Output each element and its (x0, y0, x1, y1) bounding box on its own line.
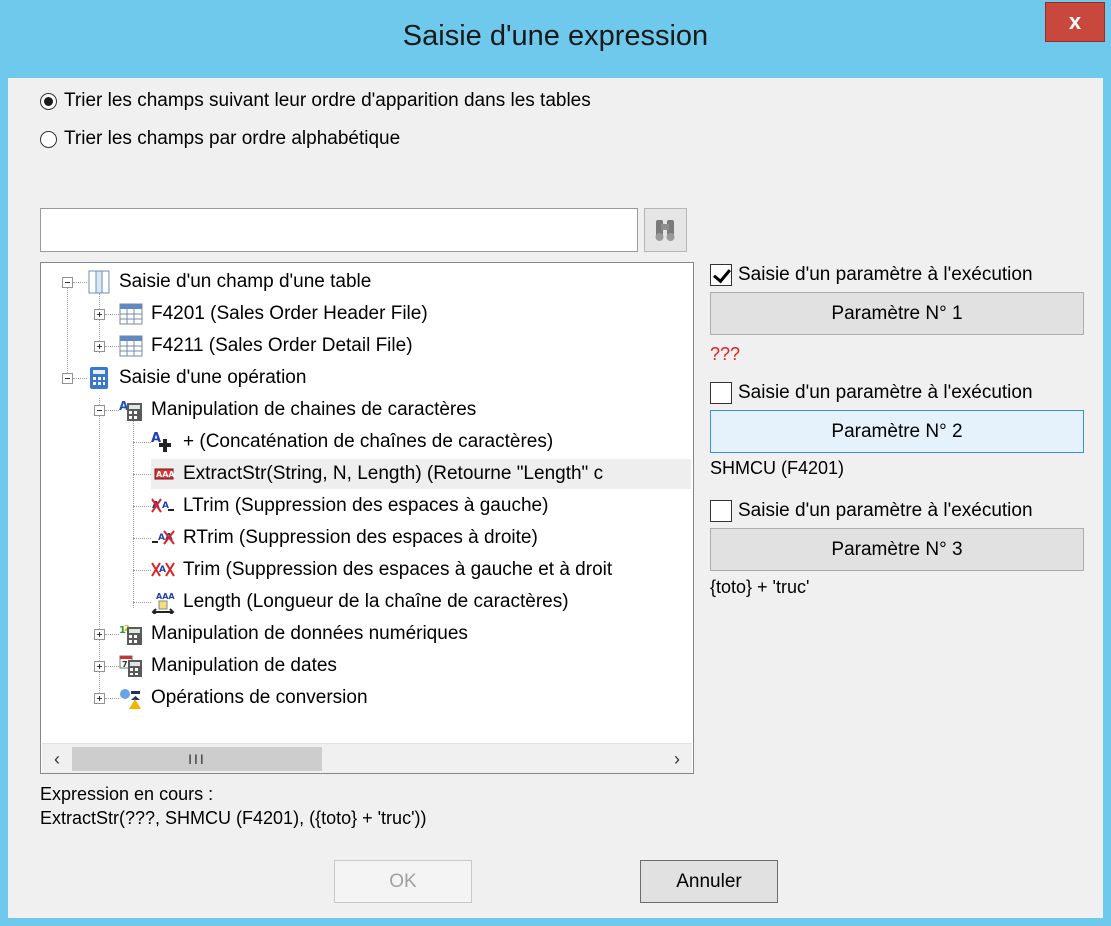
param-2-value: SHMCU (F4201) (710, 458, 845, 478)
tree-item-label: Length (Longueur de la chaîne de caractè… (183, 591, 569, 612)
svg-text:AAA: AAA (156, 470, 175, 479)
collapse-toggle[interactable] (94, 405, 105, 416)
checkbox-checked-icon[interactable] (710, 264, 732, 286)
tree-item-concatenation[interactable]: A + (Concaténation de chaînes de caractè… (151, 427, 553, 457)
radio-label: Trier les champs par ordre alphabétique (64, 128, 401, 149)
dialog-body: Trier les champs suivant leur ordre d'ap… (8, 78, 1103, 918)
param-check-label: Saisie d'un paramètre à l'exécution (738, 264, 1033, 285)
tree-item-label: + (Concaténation de chaînes de caractère… (183, 431, 554, 452)
param-3-runtime-checkbox[interactable]: Saisie d'un paramètre à l'exécution (710, 500, 1033, 522)
param-2-button[interactable]: Paramètre N° 2 (710, 410, 1084, 453)
scroll-thumb[interactable]: III (72, 747, 322, 771)
expression-tree[interactable]: Saisie d'un champ d'une table F4201 (Sal… (40, 262, 694, 774)
string-length-icon: AAA (151, 592, 175, 614)
conversion-icon (120, 689, 141, 709)
expand-toggle[interactable] (94, 629, 105, 640)
tree-item-string-functions[interactable]: A Manipulation de chaines de caractères (119, 395, 476, 425)
tree-item-label: Manipulation de chaines de caractères (151, 399, 477, 420)
expand-toggle[interactable] (94, 309, 105, 320)
ltrim-icon: AA (151, 498, 174, 513)
param-2-runtime-checkbox[interactable]: Saisie d'un paramètre à l'exécution (710, 382, 1033, 404)
radio-sort-alphabetical[interactable]: Trier les champs par ordre alphabétique (40, 128, 400, 150)
tree-item-label: Trim (Suppression des espaces à gauche e… (183, 559, 613, 580)
cancel-button[interactable]: Annuler (640, 860, 778, 903)
tree-item-extractstr[interactable]: AAA ExtractStr(String, N, Length) (Retou… (151, 459, 691, 489)
svg-text:A: A (158, 533, 165, 543)
tree-item-rtrim[interactable]: AA RTrim (Suppression des espaces à droi… (151, 523, 538, 553)
expression-value: ExtractStr(???, SHMCU (F4201), ({toto} +… (40, 808, 427, 828)
string-calculator-icon: A (119, 399, 142, 421)
tree-item-label: Manipulation de données numériques (151, 623, 468, 644)
radio-sort-order-of-appearance[interactable]: Trier les champs suivant leur ordre d'ap… (40, 90, 591, 112)
trim-icon: A (151, 562, 175, 577)
tree-item-numeric-functions[interactable]: 12 Manipulation de données numériques (119, 619, 468, 649)
tree-item-date-functions[interactable]: 7 Manipulation de dates (119, 651, 337, 681)
date-calculator-icon: 7 (119, 655, 142, 677)
search-input[interactable] (40, 208, 638, 252)
tree-item-label: LTrim (Suppression des espaces à gauche) (183, 495, 549, 516)
tree-item-label: Saisie d'un champ d'une table (119, 271, 372, 292)
extract-string-icon: AAA (154, 468, 175, 480)
numeric-calculator-icon: 12 (119, 624, 142, 645)
param-3-button[interactable]: Paramètre N° 3 (710, 528, 1084, 571)
expand-toggle[interactable] (94, 661, 105, 672)
search-button[interactable] (644, 208, 687, 252)
binoculars-icon (655, 220, 675, 241)
expression-label: Expression en cours : (40, 784, 214, 804)
tree-item-table-field[interactable]: Saisie d'un champ d'une table (87, 267, 371, 297)
table-columns-icon (88, 270, 110, 294)
scroll-right-arrow-icon[interactable]: › (662, 744, 692, 773)
svg-text:AAA: AAA (156, 592, 175, 601)
collapse-toggle[interactable] (62, 277, 73, 288)
tree-item-operation[interactable]: Saisie d'une opération (87, 363, 306, 393)
checkbox-unchecked-icon[interactable] (710, 382, 732, 404)
radio-unselected-icon[interactable] (40, 130, 57, 148)
dialog-window: Saisie d'une expression x Trier les cham… (0, 0, 1111, 926)
tree-item-label: F4201 (Sales Order Header File) (151, 303, 428, 324)
title-bar[interactable]: Saisie d'une expression x (0, 0, 1111, 78)
tree-item-label: Opérations de conversion (151, 687, 368, 708)
table-icon (119, 335, 143, 357)
param-check-label: Saisie d'un paramètre à l'exécution (738, 382, 1033, 403)
tree-item-table[interactable]: F4211 (Sales Order Detail File) (119, 331, 413, 361)
dialog-title: Saisie d'une expression (402, 20, 709, 52)
tree-item-label: F4211 (Sales Order Detail File) (151, 335, 413, 356)
tree-item-label: RTrim (Suppression des espaces à droite) (183, 527, 538, 548)
close-button[interactable]: x (1045, 2, 1105, 42)
expand-toggle[interactable] (94, 341, 105, 352)
param-check-label: Saisie d'un paramètre à l'exécution (738, 500, 1033, 521)
tree-item-label: Manipulation de dates (151, 655, 337, 676)
param-1-button[interactable]: Paramètre N° 1 (710, 292, 1084, 335)
concat-plus-icon: A (151, 431, 171, 452)
tree-item-ltrim[interactable]: AA LTrim (Suppression des espaces à gauc… (151, 491, 548, 521)
tree-item-table[interactable]: F4201 (Sales Order Header File) (119, 299, 428, 329)
table-icon (119, 303, 143, 325)
tree-horizontal-scrollbar[interactable]: ‹ III › (42, 743, 692, 773)
radio-selected-icon[interactable] (40, 92, 57, 110)
calculator-icon (90, 367, 108, 389)
tree-item-label: Saisie d'une opération (119, 367, 307, 388)
tree-item-conversion[interactable]: Opérations de conversion (119, 683, 368, 713)
radio-label: Trier les champs suivant leur ordre d'ap… (64, 90, 591, 111)
param-1-value: ??? (710, 344, 741, 364)
tree-item-length[interactable]: AAA Length (Longueur de la chaîne de car… (151, 587, 569, 617)
ok-button[interactable]: OK (334, 860, 472, 903)
svg-text:A: A (162, 501, 169, 511)
checkbox-unchecked-icon[interactable] (710, 500, 732, 522)
scroll-left-arrow-icon[interactable]: ‹ (42, 744, 72, 773)
param-3-value: {toto} + 'truc' (710, 577, 810, 597)
tree-item-label: ExtractStr(String, N, Length) (Retourne … (183, 463, 604, 484)
collapse-toggle[interactable] (62, 373, 73, 384)
svg-text:7: 7 (122, 660, 128, 669)
param-1-runtime-checkbox[interactable]: Saisie d'un paramètre à l'exécution (710, 264, 1033, 286)
svg-text:A: A (159, 565, 166, 575)
expand-toggle[interactable] (94, 693, 105, 704)
tree-item-trim[interactable]: A Trim (Suppression des espaces à gauche… (151, 555, 612, 585)
rtrim-icon: AA (152, 530, 175, 545)
